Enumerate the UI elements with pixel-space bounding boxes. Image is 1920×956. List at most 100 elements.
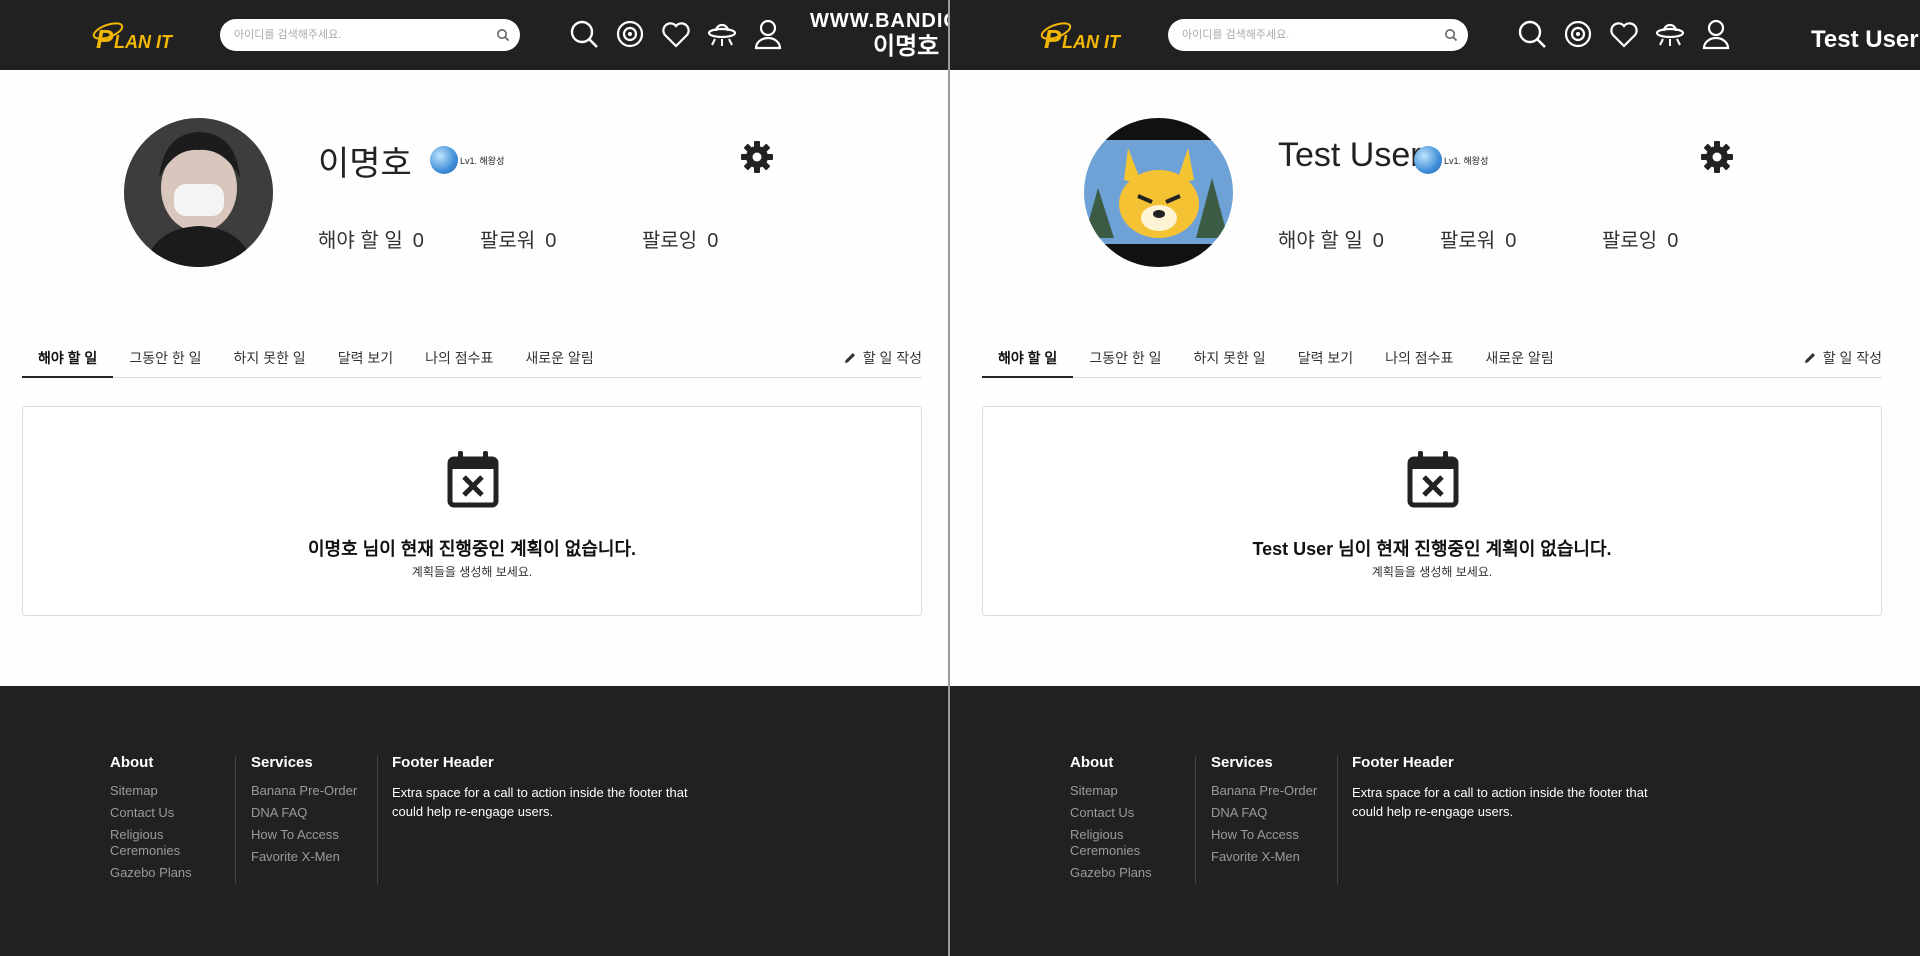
footer-link[interactable]: Religious Ceremonies [110,827,190,859]
stat-followers[interactable]: 팔로워 0 [480,224,642,253]
footer-link[interactable]: Contact Us [110,805,192,821]
stat-value: 0 [707,230,719,252]
empty-state: Test User 님이 현재 진행중인 계획이 없습니다. 계획들을 생성해 … [982,406,1882,616]
footer-link[interactable]: Gazebo Plans [110,865,192,881]
logo-p: P [96,24,114,54]
tab-calendar[interactable]: 달력 보기 [1282,342,1369,378]
pencil-icon [1804,353,1815,363]
footer-services: Services Banana Pre-Order DNA FAQ How To… [1211,754,1317,871]
tab-calendar[interactable]: 달력 보기 [322,342,409,378]
footer-link[interactable]: How To Access [1211,827,1317,843]
stat-following[interactable]: 팔로잉 0 [642,224,804,253]
footer-link[interactable]: DNA FAQ [1211,805,1317,821]
search-box [1168,19,1468,51]
tab-failed[interactable]: 하지 못한 일 [1178,342,1282,378]
tab-notifications[interactable]: 새로운 알림 [509,342,609,378]
footer-link[interactable]: Banana Pre-Order [1211,783,1317,799]
stat-value: 0 [412,230,424,252]
browser-pane-right: P LAN IT Test User [948,0,1920,956]
footer-link[interactable]: Favorite X-Men [251,849,357,865]
stat-todo[interactable]: 해야 할 일 0 [318,224,480,253]
ufo-icon[interactable] [706,17,738,51]
pencil-icon [844,353,855,363]
tab-scores[interactable]: 나의 점수표 [409,342,509,378]
footer-about-title: About [110,754,154,771]
stat-following[interactable]: 팔로잉 0 [1602,224,1764,253]
ufo-icon[interactable] [1654,17,1686,51]
stat-followers[interactable]: 팔로워 0 [1440,224,1602,253]
footer-link[interactable]: DNA FAQ [251,805,357,821]
stat-label: 팔로워 [480,230,536,252]
footer-about: About Sitemap Contact Us Religious Cerem… [110,754,192,887]
stat-value: 0 [1505,230,1517,252]
planit-logo[interactable]: P LAN IT [1038,14,1133,54]
footer-link[interactable]: Banana Pre-Order [251,783,357,799]
empty-state: 이명호 님이 현재 진행중인 계획이 없습니다. 계획들을 생성해 보세요. [22,406,922,616]
footer-link[interactable]: Religious Ceremonies [1070,827,1150,859]
nav-username[interactable]: Test User [1811,26,1919,54]
search-icon[interactable] [1516,17,1548,51]
level-label: Lv1. 해왕성 [1444,155,1489,166]
footer-extra: Footer Header Extra space for a call to … [1352,754,1652,821]
tab-todo[interactable]: 해야 할 일 [22,342,114,378]
search-small-icon[interactable] [1444,28,1458,42]
profile-name: 이명호 [318,145,412,183]
footer-link[interactable]: Favorite X-Men [1211,849,1317,865]
nav-icons [568,17,784,51]
footer-services-title: Services [1211,754,1273,771]
gear-icon[interactable] [740,140,774,174]
tab-todo[interactable]: 해야 할 일 [982,342,1074,378]
write-todo-button[interactable]: 할 일 작성 [843,348,922,368]
logo-rest: LAN IT [1062,32,1122,52]
footer-extra: Footer Header Extra space for a call to … [392,754,692,821]
footer-link[interactable]: Sitemap [110,783,192,799]
profile-tabs: 해야 할 일 그동안 한 일 하지 못한 일 달력 보기 나의 점수표 새로운 … [982,342,1882,378]
profile-tabs: 해야 할 일 그동안 한 일 하지 못한 일 달력 보기 나의 점수표 새로운 … [22,342,922,378]
search-small-icon[interactable] [496,28,510,42]
nav-icons [1516,17,1732,51]
planet-icon[interactable] [1562,17,1594,51]
search-input[interactable] [1182,19,1422,51]
avatar[interactable] [124,118,273,267]
footer-about: About Sitemap Contact Us Religious Cerem… [1070,754,1152,887]
stat-label: 해야 할 일 [1278,230,1363,252]
footer-link[interactable]: Gazebo Plans [1070,865,1152,881]
footer-divider [235,756,236,884]
tab-scores[interactable]: 나의 점수표 [1369,342,1469,378]
search-input[interactable] [234,19,474,51]
footer-link[interactable]: Contact Us [1070,805,1152,821]
planit-logo[interactable]: P LAN IT [90,14,185,54]
stat-todo[interactable]: 해야 할 일 0 [1278,224,1440,253]
calendar-x-icon [1407,451,1459,508]
tab-notifications[interactable]: 새로운 알림 [1469,342,1569,378]
footer-services-title: Services [251,754,313,771]
tab-done[interactable]: 그동안 한 일 [1073,342,1177,378]
footer-link[interactable]: How To Access [251,827,357,843]
screen: P LAN IT 이명호 WWW.BANDICAM.COM [0,0,1920,956]
tab-failed[interactable]: 하지 못한 일 [218,342,322,378]
avatar[interactable] [1084,118,1233,267]
heart-icon[interactable] [1608,17,1640,51]
empty-subtitle: 계획들을 생성해 보세요. [1371,565,1493,579]
navbar: P LAN IT Test User [950,0,1920,70]
level-badge: Lv1. 해왕성 [430,146,504,174]
empty-title: Test User 님이 현재 진행중인 계획이 없습니다. [1252,539,1612,559]
heart-icon[interactable] [660,17,692,51]
stat-label: 팔로잉 [642,230,698,252]
user-icon[interactable] [752,17,784,51]
search-icon[interactable] [568,17,600,51]
footer-services: Services Banana Pre-Order DNA FAQ How To… [251,754,357,871]
write-todo-label: 할 일 작성 [1822,350,1882,366]
footer-divider [1337,756,1338,884]
level-label: Lv1. 해왕성 [460,155,505,166]
level-badge: Lv1. 해왕성 [1414,146,1488,174]
profile-name: Test User [1278,136,1422,174]
write-todo-button[interactable]: 할 일 작성 [1803,348,1882,368]
footer-extra-text: Extra space for a call to action inside … [392,785,688,819]
footer: About Sitemap Contact Us Religious Cerem… [950,686,1920,956]
tab-done[interactable]: 그동안 한 일 [113,342,217,378]
planet-icon[interactable] [614,17,646,51]
user-icon[interactable] [1700,17,1732,51]
gear-icon[interactable] [1700,140,1734,174]
footer-link[interactable]: Sitemap [1070,783,1152,799]
